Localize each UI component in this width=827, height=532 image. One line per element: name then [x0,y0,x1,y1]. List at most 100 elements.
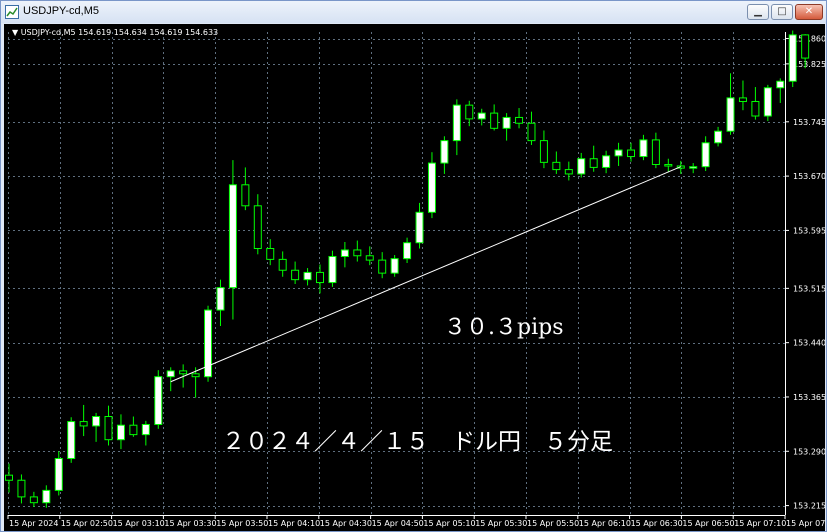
annotation-pips: ３０.３pips [444,315,564,340]
y-tick-label: 153.290 [793,447,825,456]
candle-body [714,130,723,144]
candle-body [589,158,598,168]
x-tick-label: 15 Apr 04:50 [372,519,424,528]
candle-body [179,370,188,375]
candlestick-chart[interactable]: 153.215 153.290 153.365 153.440 153.515 153.5… [4,24,825,531]
candle-body [726,97,735,132]
candle-body [141,423,150,436]
close-button[interactable]: ✕ [795,4,823,20]
candle-body [689,166,698,169]
y-tick-label: 153.440 [793,339,825,348]
x-tick-label: 15 Apr 06:30 [631,519,683,528]
x-tick-label: 15 Apr 07:30 [786,519,825,528]
maximize-button[interactable]: □ [771,4,793,20]
y-tick-label: 153.595 [793,226,825,235]
candle-body [291,269,300,281]
candle-body [365,255,374,261]
candle-body [440,140,449,164]
y-tick-label: 153.365 [793,393,825,402]
candle-body [340,249,349,257]
candle-body [452,104,461,142]
y-tick-label: 153.670 [793,172,825,181]
candle-body [92,416,101,427]
candle-body [502,116,511,129]
candle-body [54,458,63,491]
candle-body [664,164,673,167]
candle-body [104,416,113,441]
y-tick-label: 153.215 [793,502,825,511]
x-tick-label: 15 Apr 05:10 [423,519,475,528]
candle-body [602,155,611,168]
candle-body [465,104,474,120]
x-tick-label: 15 Apr 02:50 [61,519,113,528]
y-tick-label: 153.515 [793,284,825,293]
candle-body [5,474,13,481]
candle-body [738,97,747,103]
x-tick-label: 15 Apr 05:30 [475,519,527,528]
candle-body [763,87,772,117]
chart-app-icon [5,5,19,19]
candle-body [552,161,561,171]
x-tick-label: 15 Apr 03:50 [216,519,268,528]
annotation-title: ２０２４／４／１５ ドル円 ５分足 [222,429,613,455]
candle-body [67,421,76,460]
chart-area[interactable]: 153.215 153.290 153.365 153.440 153.515 153.5… [4,24,825,531]
candle-body [266,248,275,260]
candle-body [303,271,312,281]
candle-body [415,211,424,244]
x-tick-label: 15 Apr 04:10 [268,519,320,528]
candle-body [29,496,38,504]
candle-body [527,122,536,142]
candle-body [390,258,399,274]
candle-body [216,287,225,311]
candle-body [651,139,660,166]
candle-body [427,162,436,213]
candle-body [154,376,163,425]
candle-body [166,370,175,378]
x-tick-label: 15 Apr 06:10 [579,519,631,528]
x-tick-label: 15 Apr 04:30 [320,519,372,528]
candle-body [241,184,250,207]
candle-body [129,424,138,436]
x-tick-label: 15 Apr 07:10 [734,519,786,528]
candle-body [701,142,710,168]
candle-body [116,424,125,441]
candle-body [776,80,785,89]
chart-header: ▼ USDJPY-cd,M5 154.619 154.634 154.619 1… [12,28,218,37]
x-tick-label: 15 Apr 03:10 [113,519,165,528]
candle-body [378,259,387,274]
x-tick-label: 15 Apr 05:50 [527,519,579,528]
candle-body [403,242,412,260]
candle-body [564,169,573,175]
candle-body [316,271,324,284]
candle-body [477,112,486,120]
candle-body [228,184,237,289]
candle-body [253,205,262,250]
candle-body [353,249,362,257]
candle-body [614,149,623,157]
x-tick-label: 15 Apr 2024 [9,519,58,528]
candle-body [191,373,200,378]
title-bar[interactable]: USDJPY-cd,M5 ▁ □ ✕ [1,1,826,23]
candle-body [801,34,810,59]
window-title: USDJPY-cd,M5 [23,5,100,17]
x-tick-label: 15 Apr 03:30 [164,519,216,528]
candle-body [79,421,88,427]
minimize-button[interactable]: ▁ [747,4,769,20]
candle-body [42,489,51,504]
x-tick-label: 15 Apr 06:50 [682,519,734,528]
candle-body [278,258,287,271]
candle-body [788,34,797,82]
candle-body [490,112,499,129]
candle-body [17,479,26,498]
candle-body [515,116,524,124]
y-tick-label: 153.745 [793,118,825,127]
candle-body [627,149,635,158]
candle-body [639,139,648,158]
candle-body [328,255,337,284]
y-tick-label: 153.825 [793,60,825,69]
candle-body [577,158,586,175]
candle-body [539,140,548,163]
candle-body [751,101,760,117]
chart-window: USDJPY-cd,M5 ▁ □ ✕ 153.215 153.290 153.365… [0,0,827,532]
